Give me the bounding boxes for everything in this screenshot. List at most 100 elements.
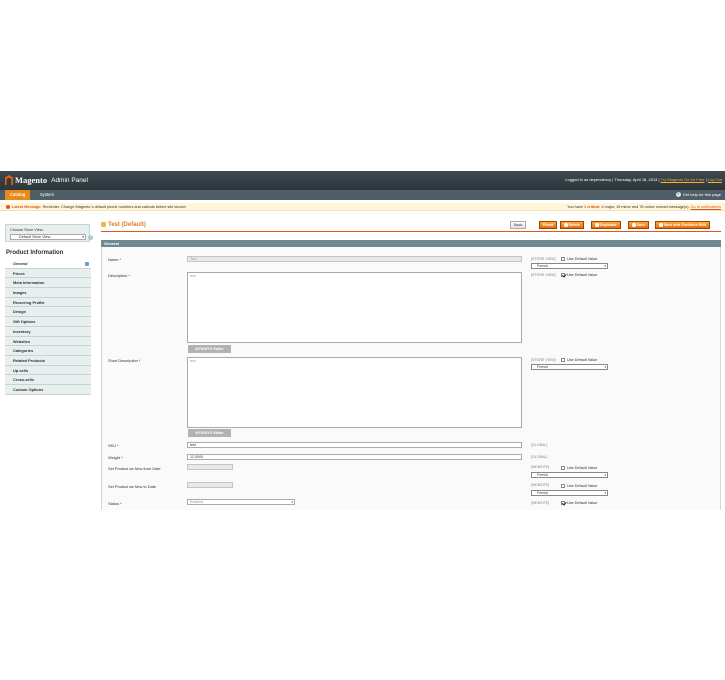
new-to-lang-select[interactable]: French ▾: [531, 490, 608, 496]
tab-related-products[interactable]: Related Products: [5, 355, 91, 366]
short-description-textarea[interactable]: test: [187, 357, 522, 428]
new-from-label: Set Product as New from Date: [108, 466, 161, 471]
delete-button[interactable]: Delete: [560, 221, 584, 229]
logo-brand: Magento: [15, 175, 48, 185]
new-from-scope: [WEBSITE]: [531, 465, 550, 469]
duplicate-button[interactable]: Duplicate: [591, 221, 621, 229]
tab-up-sells[interactable]: Up-sells: [5, 365, 91, 376]
sku-input[interactable]: test: [187, 442, 522, 448]
nav-tab-catalog[interactable]: Catalog: [5, 190, 31, 200]
chevron-down-icon: ▾: [604, 264, 606, 268]
tab-meta-information[interactable]: Meta Information: [5, 278, 91, 289]
reset-button[interactable]: Reset: [539, 221, 558, 229]
short-description-lang-select[interactable]: French ▾: [531, 364, 608, 370]
store-view-select[interactable]: Default Store View ▾ ?: [10, 234, 93, 240]
new-to-use-default[interactable]: Use Default Value: [561, 483, 597, 488]
short-description-use-default[interactable]: Use Default Value: [561, 357, 597, 362]
description-scope: [STORE VIEW]: [531, 273, 556, 277]
logged-in-text: Logged in as dependency: [565, 177, 612, 182]
latest-message-text: Reminder: Change Magento`s default phone…: [42, 204, 186, 209]
description-label: Description *: [108, 273, 131, 278]
description-use-default-checkbox[interactable]: [561, 272, 565, 277]
name-use-default[interactable]: Use Default Value: [561, 256, 597, 261]
page-title: Test (Default): [101, 222, 146, 228]
weight-input[interactable]: 12.0000: [187, 454, 522, 460]
status-use-default[interactable]: Use Default Value: [561, 500, 597, 505]
critical-count: 1 critical: [583, 204, 600, 209]
logout-link[interactable]: Log Out: [708, 177, 722, 182]
date-text: Thursday, April 18, 2013: [614, 177, 658, 182]
store-view-label: Choose Store View:: [10, 228, 44, 232]
magento-logo-icon: [5, 175, 13, 185]
short-description-scope: [STORE VIEW]: [531, 358, 556, 362]
help-icon: ?: [675, 192, 681, 198]
name-use-default-checkbox[interactable]: [561, 256, 565, 261]
new-to-label: Set Product as New to Date: [108, 484, 157, 489]
tab-images[interactable]: Images: [5, 288, 91, 298]
tab-recurring-profile[interactable]: Recurring Profile: [5, 297, 91, 308]
product-information-title: Product Information: [6, 250, 64, 256]
status-use-default-checkbox[interactable]: [561, 500, 565, 505]
tab-cross-sells[interactable]: Cross-sells: [5, 375, 91, 385]
sku-scope: [GLOBAL]: [531, 443, 548, 447]
tab-inventory[interactable]: Inventory: [5, 326, 91, 337]
title-divider: [101, 231, 721, 232]
status-scope: [WEBSITE]: [531, 501, 550, 505]
store-view-help-icon[interactable]: ?: [88, 235, 93, 240]
short-description-label: Short Description *: [108, 358, 141, 363]
weight-label: Weight *: [108, 455, 123, 460]
new-to-scope: [WEBSITE]: [531, 483, 550, 487]
new-to-use-default-checkbox[interactable]: [561, 483, 565, 488]
new-from-use-default[interactable]: Use Default Value: [561, 465, 597, 470]
tab-prices[interactable]: Prices: [5, 268, 91, 279]
name-input[interactable]: Test: [187, 256, 522, 262]
short-description-use-default-checkbox[interactable]: [561, 357, 565, 362]
new-from-lang-select[interactable]: French ▾: [531, 472, 608, 478]
notifications-link[interactable]: Go to notifications: [691, 205, 721, 209]
back-button[interactable]: Back: [510, 221, 527, 229]
chevron-down-icon: ▾: [604, 491, 606, 495]
try-magento-link[interactable]: Try Magento Go for Free: [661, 177, 705, 182]
new-to-input[interactable]: [187, 482, 233, 488]
save-button[interactable]: Save: [628, 221, 650, 229]
logo-subtitle: Admin Panel: [51, 176, 88, 184]
save-continue-icon: [659, 223, 663, 227]
notification-bar: Latest Message: Reminder: Change Magento…: [0, 203, 725, 211]
help-link[interactable]: ? Get help for this page: [675, 190, 721, 200]
admin-app: Magento Admin Panel Logged in as depende…: [0, 171, 725, 510]
warning-icon: [6, 204, 10, 209]
chevron-down-icon: ▾: [604, 365, 606, 369]
save-icon: [632, 223, 636, 227]
section-header-general: General: [101, 240, 721, 247]
duplicate-icon: [595, 223, 599, 227]
tab-categories[interactable]: Categories: [5, 346, 91, 356]
tab-custom-options[interactable]: Custom Options: [5, 384, 91, 395]
status-select[interactable]: Enabled ▾: [187, 499, 295, 505]
nav-tab-system[interactable]: System: [35, 190, 59, 200]
new-from-input[interactable]: [187, 464, 233, 470]
description-use-default[interactable]: Use Default Value: [561, 272, 597, 277]
help-label: Get help for this page: [682, 192, 721, 197]
header-links: Logged in as dependency | Thursday, Apri…: [565, 177, 722, 182]
logo[interactable]: Magento Admin Panel: [5, 175, 88, 185]
latest-message: Latest Message: Reminder: Change Magento…: [6, 204, 186, 209]
product-tabs: General Prices Meta Information Images R…: [5, 259, 91, 395]
name-label: Name *: [108, 257, 121, 262]
name-scope: [STORE VIEW]: [531, 257, 556, 261]
description-wysiwyg-button[interactable]: WYSIWYG Editor: [188, 345, 231, 353]
save-continue-button[interactable]: Save and Continue Edit: [655, 221, 710, 229]
tab-websites[interactable]: Websites: [5, 336, 91, 347]
delete-icon: [564, 223, 568, 227]
tab-design[interactable]: Design: [5, 307, 91, 318]
description-textarea[interactable]: test: [187, 272, 522, 343]
main-nav: Catalog System ? Get help for this page: [0, 190, 725, 200]
store-view-switcher: Choose Store View: Default Store View ▾ …: [5, 224, 93, 242]
new-from-use-default-checkbox[interactable]: [561, 465, 565, 470]
tab-general[interactable]: General: [5, 259, 91, 269]
status-label: Status *: [108, 501, 122, 506]
latest-message-label: Latest Message:: [12, 204, 42, 209]
short-description-wysiwyg-button[interactable]: WYSIWYG Editor: [188, 429, 231, 437]
weight-scope: [GLOBAL]: [531, 455, 548, 459]
name-lang-select[interactable]: French ▾: [531, 263, 608, 269]
tab-gift-options[interactable]: Gift Options: [5, 317, 91, 327]
